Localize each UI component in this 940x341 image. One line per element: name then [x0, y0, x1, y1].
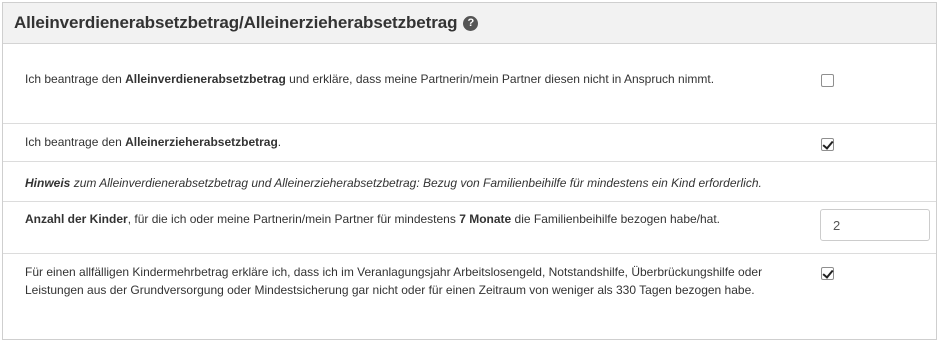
row-alleinerzieher: Ich beantrage den Alleinerzieherabsetzbe…	[3, 124, 936, 162]
kindermehrbetrag-checkbox[interactable]	[821, 267, 834, 280]
help-icon[interactable]: ?	[463, 15, 479, 31]
row-alleinverdiener: Ich beantrage den Alleinverdienerabsetzb…	[3, 44, 936, 124]
hint-text: Hinweis zum Alleinverdienerabsetzbetrag …	[25, 174, 925, 192]
row-kindermehrbetrag: Für einen allfälligen Kindermehrbetrag e…	[3, 254, 936, 334]
children-count-input[interactable]	[820, 209, 930, 241]
row-text: Ich beantrage den Alleinerzieherabsetzbe…	[25, 133, 775, 151]
hint-body: zum Alleinverdienerabsetzbetrag und Alle…	[70, 176, 762, 190]
text-bold: Alleinverdienerabsetzbetrag	[125, 72, 286, 86]
row-hinweis: Hinweis zum Alleinverdienerabsetzbetrag …	[3, 162, 936, 202]
panel-title: Alleinverdienerabsetzbetrag/Alleinerzieh…	[14, 13, 458, 32]
hint-label: Hinweis	[25, 176, 71, 190]
alleinerzieher-checkbox[interactable]	[821, 138, 834, 151]
text-after: .	[277, 135, 282, 149]
tax-credit-panel: Alleinverdienerabsetzbetrag/Alleinerzieh…	[2, 2, 937, 340]
row-anzahl-kinder: Anzahl der Kinder, für die ich oder mein…	[3, 202, 936, 254]
text-bold: Alleinerzieherabsetzbetrag	[125, 135, 278, 149]
row-text: Anzahl der Kinder, für die ich oder mein…	[25, 210, 775, 228]
text-after: die Familienbeihilfe bezogen habe/hat.	[511, 212, 721, 226]
row-text: Für einen allfälligen Kindermehrbetrag e…	[25, 265, 763, 297]
alleinverdiener-checkbox[interactable]	[821, 74, 834, 87]
row-text: Ich beantrage den Alleinverdienerabsetzb…	[25, 70, 775, 88]
text-bold: Anzahl der Kinder	[25, 212, 128, 226]
panel-header: Alleinverdienerabsetzbetrag/Alleinerzieh…	[3, 3, 936, 44]
text-after: und erkläre, dass meine Partnerin/mein P…	[285, 72, 715, 86]
text-mid: , für die ich oder meine Partnerin/mein …	[127, 212, 460, 226]
text-before: Ich beantrage den	[25, 72, 126, 86]
text-before: Ich beantrage den	[25, 135, 126, 149]
text-bold-months: 7 Monate	[459, 212, 512, 226]
